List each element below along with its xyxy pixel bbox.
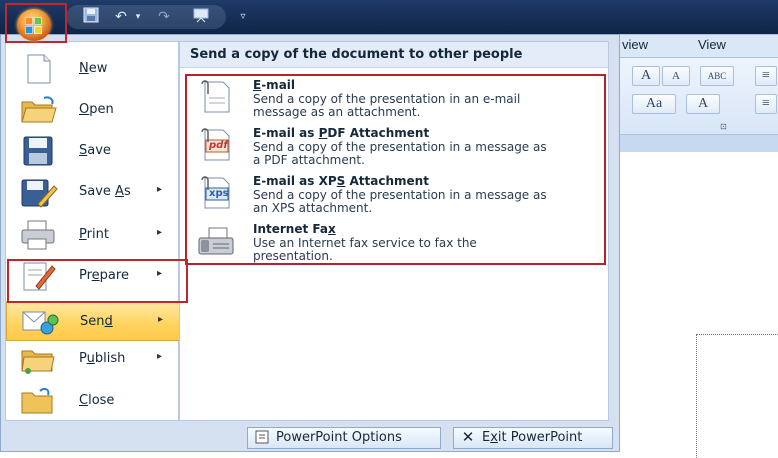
publish-icon <box>18 343 58 375</box>
grow-font-button[interactable]: A <box>632 66 660 86</box>
options-icon <box>254 429 270 445</box>
send-icon <box>19 306 59 338</box>
menu-item-label: Save As <box>79 184 131 199</box>
send-options-group: E-mail Send a copy of the presentation i… <box>185 74 606 265</box>
document-area <box>600 152 778 458</box>
office-button[interactable] <box>5 3 67 43</box>
pdf-attachment-icon: pdf <box>197 128 235 162</box>
qat-redo-icon[interactable]: ↷ <box>155 7 173 27</box>
email-icon <box>197 80 235 114</box>
menu-item-label: Save <box>79 143 111 158</box>
panel-heading: Send a copy of the document to other peo… <box>180 42 608 68</box>
option-email[interactable]: E-mail Send a copy of the presentation i… <box>193 78 603 126</box>
exit-powerpoint-button[interactable]: ✕ Exit PowerPoint <box>453 427 613 449</box>
xps-badge: xps <box>209 188 229 199</box>
submenu-arrow-icon: ▸ <box>157 351 163 362</box>
menu-item-close[interactable]: Close <box>6 381 180 421</box>
menu-item-publish[interactable]: Publish ▸ <box>6 339 180 379</box>
qat-undo-icon[interactable]: ↶ <box>112 7 130 27</box>
new-document-icon <box>18 53 58 85</box>
font-color-button[interactable]: A <box>686 94 720 114</box>
office-logo-icon <box>17 9 51 41</box>
office-menu: New Open Save Save As ▸ Print ▸ Prepare … <box>0 34 620 452</box>
menu-item-save[interactable]: Save <box>6 131 180 171</box>
fax-machine-icon <box>197 224 235 258</box>
close-folder-icon <box>18 385 58 417</box>
shrink-font-button[interactable]: A <box>662 66 690 86</box>
send-submenu-panel: Send a copy of the document to other peo… <box>179 41 609 421</box>
qat-undo-dropdown-icon[interactable]: ▾ <box>132 7 144 27</box>
close-x-icon: ✕ <box>461 427 475 446</box>
menu-item-label: Publish <box>79 351 126 366</box>
option-title: E-mail as XPS Attachment <box>253 174 429 188</box>
option-description: Send a copy of the presentation in an e-… <box>253 92 521 119</box>
powerpoint-options-label: PowerPoint Options <box>276 430 402 445</box>
submenu-arrow-icon: ▸ <box>157 227 163 238</box>
clear-format-button[interactable]: ABC <box>700 66 734 86</box>
xps-attachment-icon: xps <box>197 176 235 210</box>
menu-item-open[interactable]: Open <box>6 90 180 130</box>
slide-placeholder <box>696 334 778 458</box>
menu-item-label: Send <box>80 314 113 329</box>
pdf-badge: pdf <box>209 140 228 151</box>
option-title: E-mail as PDF Attachment <box>253 126 430 140</box>
submenu-arrow-icon: ▸ <box>157 184 163 195</box>
menu-item-label: Print <box>79 227 109 242</box>
submenu-arrow-icon: ▸ <box>158 314 164 325</box>
dialog-launcher-icon[interactable]: ⊡ <box>720 122 727 131</box>
tab-view[interactable]: View <box>698 37 726 52</box>
option-internet-fax[interactable]: Internet Fax Use an Internet fax service… <box>193 222 603 270</box>
tab-review[interactable]: view <box>622 37 648 52</box>
title-bar: ↶ ▾ ↷ ▿ <box>0 0 778 34</box>
ribbon-bottom-strip <box>600 134 778 152</box>
qat-customize-icon[interactable]: ▿ <box>236 7 250 27</box>
change-case-button[interactable]: Aa <box>632 94 676 114</box>
option-description: Send a copy of the presentation in a mes… <box>253 188 547 215</box>
menu-item-new[interactable]: New <box>6 49 180 89</box>
align-icon[interactable]: ≡ <box>755 94 777 114</box>
option-email-pdf[interactable]: pdf E-mail as PDF Attachment Send a copy… <box>193 126 603 174</box>
option-description: Use an Internet fax service to fax the p… <box>253 236 477 263</box>
menu-item-print[interactable]: Print ▸ <box>6 215 180 255</box>
printer-icon <box>18 219 58 251</box>
qat-slideshow-icon[interactable] <box>190 7 212 27</box>
qat-save-icon[interactable] <box>82 7 100 27</box>
send-highlight-frame <box>7 259 188 303</box>
powerpoint-options-button[interactable]: PowerPoint Options <box>247 427 441 449</box>
menu-item-label: New <box>79 61 108 76</box>
menu-item-label: Open <box>79 102 114 117</box>
bullets-icon[interactable]: ≡ <box>755 66 777 86</box>
option-email-xps[interactable]: xps E-mail as XPS Attachment Send a copy… <box>193 174 603 222</box>
menu-item-send[interactable]: Send ▸ <box>6 301 180 341</box>
save-disk-icon <box>18 135 58 167</box>
option-description: Send a copy of the presentation in a mes… <box>253 140 547 167</box>
exit-powerpoint-label: Exit PowerPoint <box>482 430 583 445</box>
option-title: Internet Fax <box>253 222 336 236</box>
open-folder-icon <box>18 94 58 126</box>
save-as-icon <box>18 176 58 208</box>
menu-commands: New Open Save Save As ▸ Print ▸ Prepare … <box>5 41 180 421</box>
menu-item-label: Close <box>79 393 115 408</box>
option-title: E-mail <box>253 78 296 92</box>
menu-item-save-as[interactable]: Save As ▸ <box>6 172 180 212</box>
